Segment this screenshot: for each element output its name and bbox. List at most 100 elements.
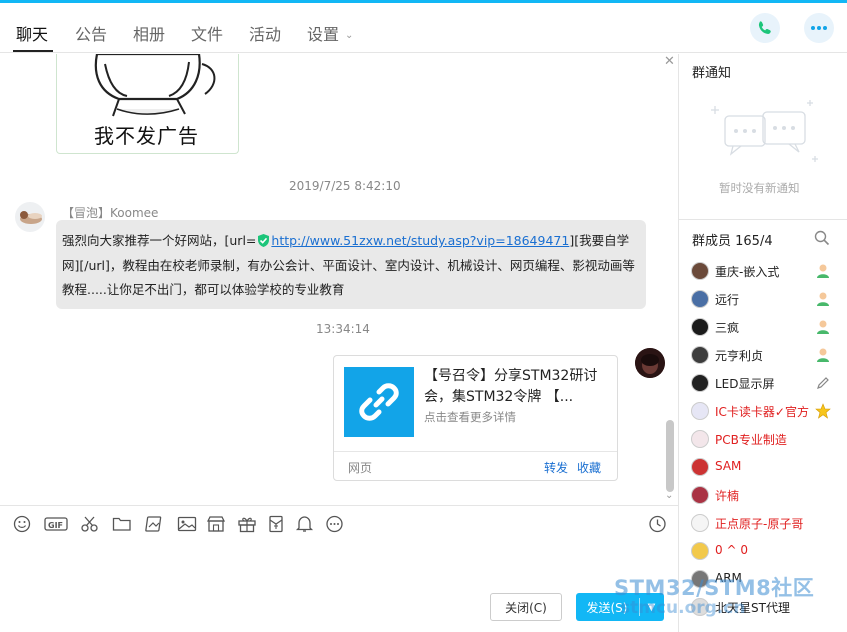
member-item[interactable]: 元亨利贞 bbox=[691, 343, 841, 367]
chat-scrollbar-thumb[interactable] bbox=[666, 420, 674, 492]
member-name: IC卡读卡器✓官方 bbox=[715, 405, 809, 419]
member-name: 三疯 bbox=[715, 321, 740, 335]
message-bubble: 强烈向大家推荐一个好网站，[url= http://www.51zxw.net/s… bbox=[56, 220, 646, 309]
emoji-icon[interactable] bbox=[13, 515, 33, 533]
self-avatar[interactable] bbox=[635, 348, 665, 378]
phone-icon bbox=[758, 21, 771, 34]
member-item[interactable]: 三疯 bbox=[691, 315, 841, 339]
member-avatar bbox=[691, 542, 709, 560]
member-badge bbox=[815, 291, 831, 307]
member-name: PCB专业制造 bbox=[715, 433, 787, 447]
shared-link-card[interactable]: 【号召令】分享STM32研讨会，集STM32令牌 【... 点击查看更多详情 网… bbox=[333, 355, 618, 481]
shop-icon[interactable] bbox=[206, 515, 226, 533]
member-avatar bbox=[691, 514, 709, 532]
search-icon[interactable] bbox=[814, 230, 830, 246]
screenshot-scissors-icon[interactable] bbox=[80, 515, 100, 533]
gif-icon[interactable]: GIF bbox=[44, 515, 68, 533]
tab-chat[interactable]: 聊天 bbox=[16, 21, 48, 45]
message-input[interactable] bbox=[0, 541, 678, 591]
verified-shield-icon bbox=[258, 234, 270, 247]
bell-icon[interactable] bbox=[295, 515, 315, 533]
sender-avatar[interactable] bbox=[15, 202, 45, 232]
member-item[interactable]: LED显示屏 bbox=[691, 371, 841, 395]
photo-wall-icon[interactable] bbox=[145, 515, 165, 533]
member-avatar bbox=[691, 430, 709, 448]
chevron-down-icon[interactable]: ▼ bbox=[639, 593, 664, 621]
more-circle-icon[interactable] bbox=[325, 515, 345, 533]
notice-title: 群通知 bbox=[692, 66, 732, 81]
tab-settings[interactable]: 设置 ⌄ bbox=[307, 21, 353, 45]
member-item[interactable]: SAM bbox=[691, 455, 841, 479]
admin-icon bbox=[817, 292, 829, 306]
send-button[interactable]: 发送(S) ▼ bbox=[576, 593, 664, 621]
folder-icon[interactable] bbox=[112, 515, 132, 533]
phone-call-button[interactable] bbox=[750, 13, 780, 43]
close-button[interactable]: 关闭(C) bbox=[490, 593, 562, 621]
member-avatar bbox=[691, 346, 709, 364]
admin-icon bbox=[817, 348, 829, 362]
forward-button[interactable]: 转发 bbox=[544, 459, 568, 476]
member-item[interactable]: PCB专业制造 bbox=[691, 427, 841, 451]
image-icon[interactable] bbox=[177, 515, 197, 533]
member-name: 元亨利贞 bbox=[715, 349, 764, 363]
send-button-label: 发送(S) bbox=[586, 600, 628, 615]
member-item[interactable]: IC卡读卡器✓官方 bbox=[691, 399, 841, 423]
close-icon[interactable]: ✕ bbox=[664, 54, 675, 69]
member-avatar bbox=[691, 374, 709, 392]
member-item[interactable]: ARM bbox=[691, 567, 841, 591]
tab-settings-label: 设置 bbox=[307, 25, 340, 44]
sidebar-divider bbox=[679, 219, 847, 220]
member-item[interactable]: 许楠 bbox=[691, 483, 841, 507]
member-avatar bbox=[691, 570, 709, 588]
member-avatar bbox=[691, 290, 709, 308]
member-avatar bbox=[691, 318, 709, 336]
message-timestamp: 13:34:14 bbox=[316, 322, 370, 336]
input-toolbar: GIF bbox=[0, 505, 678, 541]
member-avatar bbox=[691, 598, 709, 616]
chevron-down-icon: ⌄ bbox=[345, 30, 354, 41]
member-name: 正点原子-原子哥 bbox=[715, 517, 804, 531]
member-item[interactable]: 远行 bbox=[691, 287, 841, 311]
admin-icon bbox=[817, 264, 829, 278]
tab-album[interactable]: 相册 bbox=[133, 21, 165, 45]
member-avatar bbox=[691, 458, 709, 476]
collect-button[interactable]: 收藏 bbox=[577, 459, 601, 476]
member-item[interactable]: 重庆-嵌入式 bbox=[691, 259, 841, 283]
red-packet-icon[interactable] bbox=[266, 515, 286, 533]
tab-files[interactable]: 文件 bbox=[191, 21, 223, 45]
history-clock-icon[interactable] bbox=[648, 515, 668, 533]
members-title: 群成员 165/4 bbox=[692, 234, 773, 249]
member-avatar bbox=[691, 262, 709, 280]
member-item[interactable]: 0 ^ 0 bbox=[691, 539, 841, 563]
edit-icon bbox=[817, 377, 829, 389]
scroll-down-icon[interactable]: ⌄ bbox=[665, 490, 673, 501]
member-name: LED显示屏 bbox=[715, 377, 775, 391]
tab-notice[interactable]: 公告 bbox=[75, 21, 107, 45]
member-item[interactable]: 正点原子-原子哥 bbox=[691, 511, 841, 535]
card-footer: 网页 转发 收藏 bbox=[334, 451, 617, 481]
member-badge bbox=[815, 319, 831, 335]
card-subtitle: 点击查看更多详情 bbox=[424, 410, 516, 424]
empty-notice-illustration bbox=[711, 100, 818, 162]
avatar-image bbox=[20, 211, 42, 224]
member-avatar bbox=[691, 486, 709, 504]
member-name: 北天星ST代理 bbox=[715, 601, 790, 615]
chat-message-area[interactable]: 我不发广告 ✕ 2019/7/25 8:42:10 【冒泡】Koomee 强烈向… bbox=[0, 54, 678, 504]
message-timestamp: 2019/7/25 8:42:10 bbox=[289, 179, 401, 193]
member-item[interactable]: 北天星ST代理 bbox=[691, 595, 841, 619]
more-options-button[interactable] bbox=[804, 13, 834, 43]
card-title: 【号召令】分享STM32研讨会，集STM32令牌 【... bbox=[424, 368, 598, 405]
card-source: 网页 bbox=[348, 461, 373, 475]
card-thumbnail bbox=[344, 367, 414, 437]
gift-icon[interactable] bbox=[237, 515, 257, 533]
tab-activity[interactable]: 活动 bbox=[249, 21, 281, 45]
qq-group-chat-window: 聊天 公告 相册 文件 活动 设置 ⌄ 我不发广告 ✕ 2019/7/25 8:… bbox=[0, 0, 847, 632]
message-link[interactable]: http://www.51zxw.net/study.asp?vip=18649… bbox=[271, 233, 569, 248]
active-tab-underline bbox=[13, 50, 53, 52]
star-icon bbox=[815, 403, 831, 419]
member-badge bbox=[815, 347, 831, 363]
member-name: SAM bbox=[715, 459, 742, 473]
sender-name[interactable]: 【冒泡】Koomee bbox=[62, 204, 158, 221]
svg-text:GIF: GIF bbox=[48, 521, 63, 530]
member-badge bbox=[815, 375, 831, 391]
